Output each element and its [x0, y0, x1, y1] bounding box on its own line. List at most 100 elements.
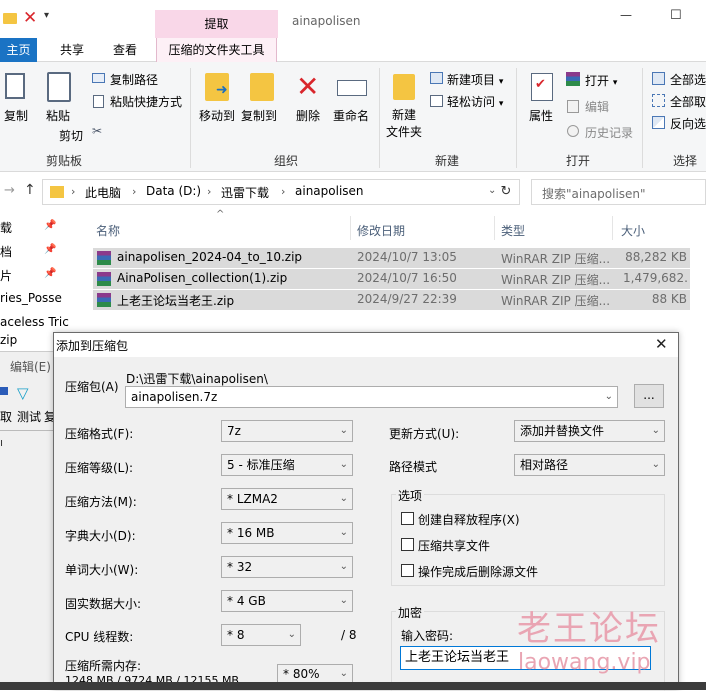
address-bar[interactable]: › 此电脑 › Data (D:) › 迅雷下载 › ainapolisen ⌄ [42, 179, 520, 205]
column-header-type[interactable]: 类型 [501, 222, 525, 239]
easy-access-button[interactable]: 轻松访问 ▾ [447, 93, 503, 110]
sfx-checkbox[interactable] [401, 512, 414, 525]
new-item-button[interactable]: 新建项目 ▾ [447, 71, 503, 88]
nav-item-downloads[interactable]: 载 [0, 219, 12, 236]
chevron-down-icon: ▾ [498, 77, 504, 87]
archive-name-combo[interactable]: ainapolisen.7z ⌄ [125, 386, 618, 408]
dialog-title: 添加到压缩包 [56, 339, 129, 353]
tab-share[interactable]: 共享 [52, 38, 92, 62]
extract-context-tab[interactable]: 提取 [155, 10, 278, 38]
file-row[interactable]: ainapolisen_2024-04_to_10.zip 2024/10/7 … [93, 248, 690, 268]
file-row[interactable]: AinaPolisen_collection(1).zip 2024/10/7 … [93, 269, 690, 289]
word-size-select[interactable]: * 32 ⌄ [221, 556, 353, 578]
open-button[interactable]: 打开 ▾ [585, 72, 617, 89]
column-header-date[interactable]: 修改日期 [357, 222, 405, 239]
history-button[interactable]: 历史记录 [585, 124, 633, 141]
sfx-checkbox-label[interactable]: 创建自释放程序(X) [418, 511, 520, 528]
column-header-size[interactable]: 大小 [621, 222, 645, 239]
cut-button[interactable]: 剪切 [59, 127, 83, 144]
up-arrow-icon[interactable]: ↑ [24, 182, 36, 198]
format-label: 压缩格式(F): [65, 427, 134, 441]
format-select[interactable]: 7z ⌄ [221, 420, 353, 442]
select-all-icon [652, 72, 665, 85]
paste-clipboard-icon [47, 72, 71, 102]
dictionary-select[interactable]: * 16 MB ⌄ [221, 522, 353, 544]
folder-icon [50, 186, 64, 198]
quick-access-dropdown-icon[interactable]: ▾ [44, 10, 49, 21]
breadcrumb-current-folder[interactable]: ainapolisen [295, 184, 364, 198]
sort-arrow-icon: ^ [216, 209, 225, 220]
column-header-name[interactable]: 名称 [96, 222, 120, 239]
column-divider[interactable] [494, 216, 495, 240]
new-folder-button[interactable]: 新建 文件夹 [386, 107, 422, 141]
copy-path-button[interactable]: 复制路径 [110, 71, 158, 88]
column-divider[interactable] [350, 216, 351, 240]
nav-item-pictures[interactable]: 片 [0, 267, 12, 284]
chevron-down-icon: ▾ [612, 78, 618, 88]
toolbar-extract-label[interactable]: 取 [0, 408, 12, 425]
maximize-button[interactable]: ☐ [670, 8, 682, 23]
file-row[interactable]: 上老王论坛当老王.zip 2024/9/27 22:39 WinRAR ZIP … [93, 290, 690, 310]
paste-shortcut-button[interactable]: 粘贴快捷方式 [110, 93, 182, 110]
search-placeholder: 搜索"ainapolisen" [542, 187, 646, 201]
dialog-close-button[interactable]: ✕ [655, 335, 668, 353]
method-select[interactable]: * LZMA2 ⌄ [221, 488, 353, 510]
toolbar-divider [0, 430, 55, 431]
toolbar-test-label[interactable]: 测试 [17, 408, 41, 425]
close-x-icon[interactable]: ✕ [23, 8, 37, 28]
paste-button[interactable]: 粘贴 [46, 107, 70, 124]
copy-path-icon [92, 73, 105, 83]
group-label-open: 打开 [566, 154, 591, 168]
update-mode-select[interactable]: 添加并替换文件 ⌄ [514, 420, 665, 442]
path-mode-select[interactable]: 相对路径 ⌄ [514, 454, 665, 476]
nav-item-folder-b[interactable]: aceless Tric [0, 315, 69, 329]
shared-files-checkbox[interactable] [401, 538, 414, 551]
checkmark-icon: ✔ [535, 77, 546, 92]
delete-after-checkbox[interactable] [401, 564, 414, 577]
tab-view[interactable]: 查看 [105, 38, 145, 62]
menu-edit[interactable]: 编辑(E) [10, 358, 51, 375]
delete-button[interactable]: 删除 [296, 107, 320, 124]
edit-button[interactable]: 编辑 [585, 98, 609, 115]
move-to-button[interactable]: 移动到 [199, 107, 235, 124]
delete-after-checkbox-label[interactable]: 操作完成后删除源文件 [418, 563, 538, 580]
history-icon [567, 125, 579, 137]
threads-select[interactable]: * 8 ⌄ [221, 624, 301, 646]
copy-to-button[interactable]: 复制到 [241, 107, 277, 124]
level-select[interactable]: 5 - 标准压缩 ⌄ [221, 454, 353, 476]
level-value: 5 - 标准压缩 [227, 458, 295, 472]
invert-selection-button[interactable]: 反向选 [670, 115, 706, 132]
rename-button[interactable]: 重命名 [333, 107, 369, 124]
new-item-icon [430, 72, 443, 84]
shared-files-checkbox-label[interactable]: 压缩共享文件 [418, 537, 490, 554]
breadcrumb-downloads[interactable]: 迅雷下载 [221, 184, 269, 201]
nav-item-documents[interactable]: 档 [0, 243, 12, 260]
browse-button[interactable]: ... [634, 384, 664, 408]
column-divider[interactable] [612, 216, 613, 240]
new-folder-icon [393, 74, 415, 100]
refresh-button[interactable]: ↻ [492, 179, 520, 205]
memory-percent-select[interactable]: * 80% ⌄ [277, 664, 353, 684]
scissors-icon: ✂ [92, 124, 103, 138]
file-type: WinRAR ZIP 压缩... [501, 294, 611, 308]
folder-icon [3, 13, 17, 24]
solid-block-select[interactable]: * 4 GB ⌄ [221, 590, 353, 612]
breadcrumb-this-pc[interactable]: 此电脑 [85, 184, 121, 201]
nav-item-folder-a[interactable]: ries_Posse [0, 291, 62, 305]
dictionary-label: 字典大小(D): [65, 529, 136, 543]
properties-button[interactable]: 属性 [529, 107, 553, 124]
file-date: 2024/9/27 22:39 [357, 292, 457, 306]
select-all-button[interactable]: 全部选 [670, 71, 706, 88]
nav-item-folder-c[interactable]: zip [0, 333, 17, 347]
chevron-down-icon: ⌄ [287, 629, 296, 640]
select-none-button[interactable]: 全部取 [670, 93, 706, 110]
copy-button[interactable]: 复制 [4, 107, 28, 124]
minimize-button[interactable]: — [620, 8, 632, 22]
file-size: 1,479,682... [623, 271, 687, 285]
tab-home[interactable]: 主页 [0, 38, 37, 62]
path-mode-label: 路径模式 [389, 460, 438, 474]
forward-arrow-icon[interactable]: → [4, 183, 15, 198]
search-box[interactable]: 搜索"ainapolisen" [531, 179, 706, 205]
tab-compressed-folder-tools[interactable]: 压缩的文件夹工具 [156, 38, 277, 62]
breadcrumb-drive[interactable]: Data (D:) [146, 184, 201, 198]
